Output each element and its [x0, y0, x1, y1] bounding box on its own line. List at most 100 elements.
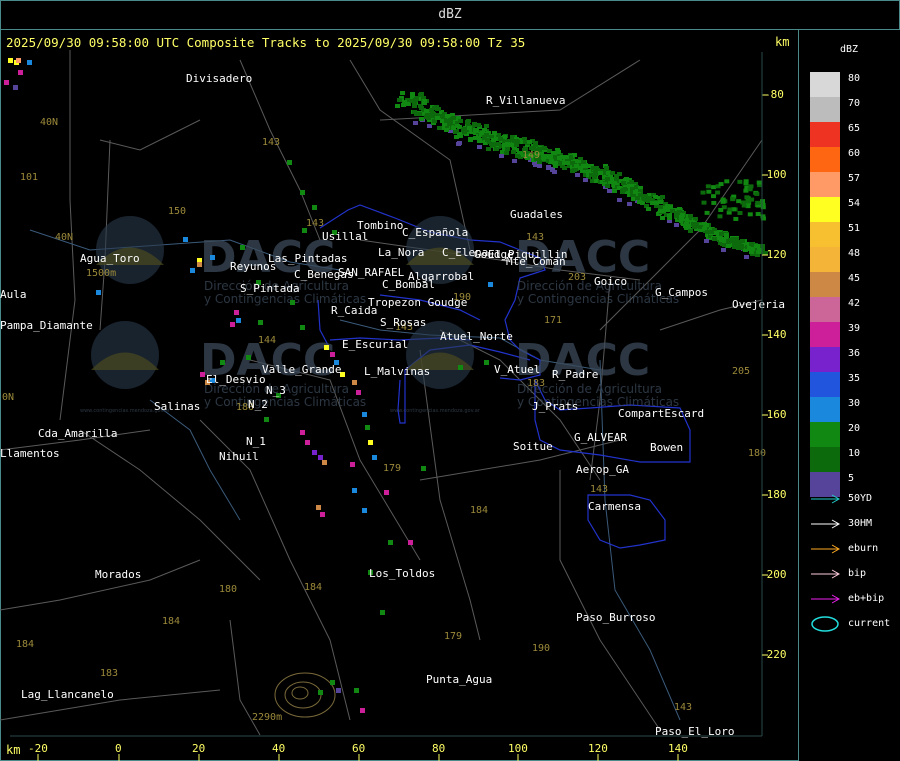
echo-pixel: [504, 151, 509, 155]
echo-pixel: [688, 229, 693, 233]
place-label: Punta_Agua: [426, 673, 492, 686]
radar-map[interactable]: DACC Dirección de Agricultura y Continge…: [0, 0, 900, 761]
legend-swatch: [810, 447, 840, 472]
track-legend-label: eb+bip: [848, 593, 885, 604]
elev-label: 184: [162, 616, 180, 627]
place-label: La_Nora: [378, 246, 424, 259]
echo-pixel: [435, 107, 440, 111]
echo-pixel: [720, 199, 726, 204]
place-label: Ovejeria: [732, 298, 785, 311]
echo-pixel: [183, 237, 188, 242]
echo-pixel: [322, 460, 327, 465]
place-label: Los_Toldos: [369, 567, 435, 580]
echo-pixel: [737, 240, 742, 244]
place-label: Mte_Coman: [506, 255, 566, 268]
elev-label: 0N: [2, 392, 14, 403]
echo-pixel: [552, 170, 557, 174]
echo-pixel: [737, 211, 743, 216]
axis-ticks: [37, 94, 768, 761]
echo-pixel: [643, 194, 648, 198]
echo-pixel: [258, 320, 263, 325]
echo-pixel: [712, 237, 717, 241]
legend-value: 48: [848, 248, 861, 259]
legend-value: 65: [848, 123, 861, 134]
echo-pixel: [546, 155, 551, 159]
echo-pixel: [240, 245, 245, 250]
echo-pixel: [484, 133, 489, 137]
echo-pixel: [354, 688, 359, 693]
echo-pixel: [362, 508, 367, 513]
echo-pixel: [724, 179, 730, 184]
y-tick-label: -200: [760, 568, 787, 581]
elev-label: 143: [306, 218, 324, 229]
echo-pixel: [290, 300, 295, 305]
echo-pixel: [234, 310, 239, 315]
elev-label: 143: [590, 484, 608, 495]
terrain-contours: [274, 672, 336, 718]
echo-pixel: [486, 147, 491, 151]
echo-pixel: [660, 195, 665, 199]
echo-pixel: [365, 425, 370, 430]
echo-pixel: [96, 290, 101, 295]
echo-pixel: [300, 430, 305, 435]
echo-pixel: [466, 119, 471, 123]
elev-label: 144: [258, 335, 276, 346]
echo-pixel: [583, 178, 588, 182]
echo-pixel: [397, 98, 402, 102]
place-label: Paso_Burroso: [576, 611, 655, 624]
legend-value: 70: [848, 98, 861, 109]
legend-swatch: [810, 347, 840, 372]
x-tick-label: 40: [272, 742, 286, 755]
echo-pixel: [16, 58, 21, 63]
echo-pixel: [451, 126, 456, 130]
legend-swatch: [810, 372, 840, 397]
y-tick-label: -80: [764, 88, 784, 101]
echo-pixel: [715, 190, 721, 195]
echo-pixel: [498, 137, 503, 141]
place-label: N_3: [266, 384, 286, 397]
echo-pixel: [724, 233, 729, 237]
echo-pixel: [18, 70, 23, 75]
echo-pixel: [755, 212, 761, 217]
place-label: Bowen: [650, 441, 683, 454]
place-label: Pampa_Diamante: [0, 319, 93, 332]
echo-pixel: [197, 262, 202, 267]
legend-value: 60: [848, 148, 861, 159]
place-label: Morados: [95, 568, 141, 581]
echo-pixel: [412, 110, 417, 114]
echo-pixel: [581, 164, 586, 168]
echo-pixel: [542, 146, 547, 150]
elev-label: 205: [732, 366, 750, 377]
track-arrow-icon: [811, 519, 841, 529]
legend-swatch: [810, 397, 840, 422]
echo-pixel: [717, 214, 723, 219]
elev-label: 190: [532, 643, 550, 654]
place-label: Atuel_Norte: [440, 330, 513, 343]
place-label: Salinas: [154, 400, 200, 413]
echo-pixel: [412, 104, 417, 108]
legend-value: 39: [848, 323, 861, 334]
echo-pixel: [356, 390, 361, 395]
legend-value: 51: [848, 223, 861, 234]
echo-pixel: [458, 365, 463, 370]
elev-label: 150: [168, 206, 186, 217]
place-label: C_Bombal: [382, 278, 435, 291]
echo-pixel: [509, 143, 514, 147]
echo-pixel: [701, 200, 707, 205]
legend-value: 35: [848, 373, 861, 384]
legend-value: 42: [848, 298, 861, 309]
place-label: S_Pintada: [240, 282, 300, 295]
echo-pixel: [458, 119, 463, 123]
echo-pixel: [458, 134, 463, 138]
echo-pixel: [511, 150, 516, 154]
echo-pixel: [200, 372, 205, 377]
echo-pixel: [575, 173, 580, 177]
elev-label: 143: [674, 702, 692, 713]
echo-pixel: [468, 138, 473, 142]
place-label: Aula: [0, 288, 27, 301]
place-label: Usillal: [322, 230, 368, 243]
echo-pixel: [488, 282, 493, 287]
echo-pixel: [737, 179, 743, 184]
place-label: R_Padre: [552, 368, 598, 381]
place-label: C_Española: [402, 226, 468, 239]
